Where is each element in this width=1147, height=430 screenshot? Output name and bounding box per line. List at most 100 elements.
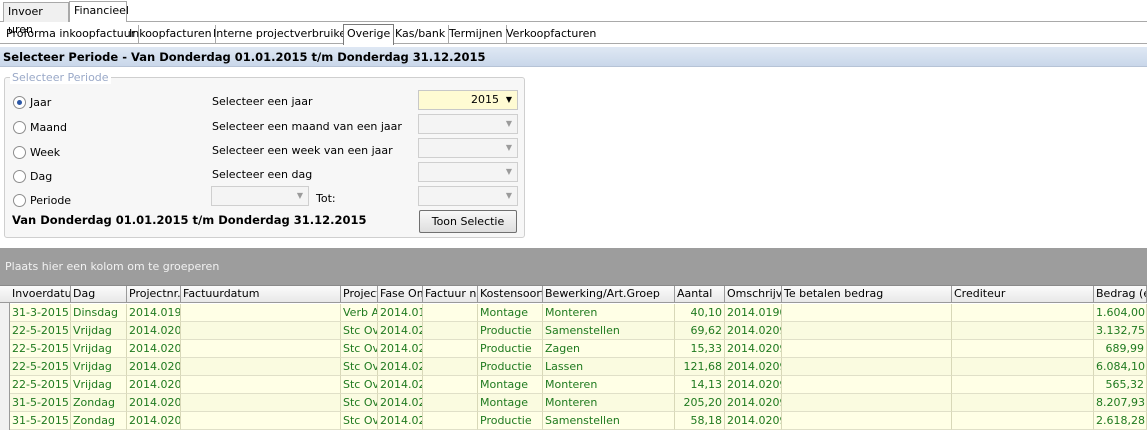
column-header-invoerdatum[interactable]: Invoerdatum xyxy=(10,286,71,303)
cell-fase-omschrijving[interactable]: 2014.02 xyxy=(378,358,423,376)
cell-bedrag[interactable]: 1.604,00 xyxy=(1094,304,1147,322)
cell-dag[interactable]: Vrijdag xyxy=(71,322,127,340)
column-header-dag[interactable]: Dag xyxy=(71,286,127,303)
column-header-fase-omschrijving[interactable]: Fase Omschrijving xyxy=(378,286,423,303)
cell-bewerking[interactable]: Samenstellen xyxy=(543,412,675,430)
column-header-kostensoort[interactable]: Kostensoort xyxy=(478,286,543,303)
radio-dag[interactable] xyxy=(13,170,26,183)
cell-bewerking[interactable]: Samenstellen xyxy=(543,322,675,340)
cell-te-betalen-bedrag[interactable] xyxy=(782,394,952,412)
cell-crediteur[interactable] xyxy=(952,304,1094,322)
year-select[interactable]: 2015 ▼ xyxy=(418,90,518,110)
column-header-projectnr[interactable]: Projectnr. xyxy=(127,286,181,303)
cell-factuur-nr[interactable] xyxy=(423,340,478,358)
cell-omschrijving[interactable]: 2014.0190 xyxy=(725,304,782,322)
cell-te-betalen-bedrag[interactable] xyxy=(782,358,952,376)
cell-projectnr[interactable]: 2014.0209 xyxy=(127,394,181,412)
cell-project[interactable]: Stc Ov xyxy=(341,376,378,394)
table-row[interactable]: 31-3-2015Dinsdag2014.0190Verb A2014.01Mo… xyxy=(0,304,1147,322)
cell-projectnr[interactable]: 2014.0209 xyxy=(127,358,181,376)
cell-factuurdatum[interactable] xyxy=(181,412,341,430)
tab-proforma-inkoopfactuur[interactable]: Proforma inkoopfactuur xyxy=(3,25,140,44)
cell-invoerdatum[interactable]: 31-5-2015 xyxy=(10,412,71,430)
column-header-te-betalen-bedrag[interactable]: Te betalen bedrag xyxy=(782,286,952,303)
cell-dag[interactable]: Vrijdag xyxy=(71,376,127,394)
cell-bedrag[interactable]: 689,99 xyxy=(1094,340,1147,358)
tab-termijnen[interactable]: Termijnen xyxy=(446,25,507,44)
column-header-project[interactable]: Project xyxy=(341,286,378,303)
cell-crediteur[interactable] xyxy=(952,340,1094,358)
cell-fase-omschrijving[interactable]: 2014.02 xyxy=(378,376,423,394)
cell-invoerdatum[interactable]: 22-5-2015 xyxy=(10,358,71,376)
cell-bedrag[interactable]: 8.207,93 xyxy=(1094,394,1147,412)
cell-factuur-nr[interactable] xyxy=(423,304,478,322)
cell-bewerking[interactable]: Monteren xyxy=(543,304,675,322)
week-select[interactable]: ▼ xyxy=(418,138,518,158)
cell-crediteur[interactable] xyxy=(952,394,1094,412)
cell-factuurdatum[interactable] xyxy=(181,322,341,340)
cell-bewerking[interactable]: Zagen xyxy=(543,340,675,358)
radio-week[interactable] xyxy=(13,146,26,159)
cell-te-betalen-bedrag[interactable] xyxy=(782,376,952,394)
cell-te-betalen-bedrag[interactable] xyxy=(782,340,952,358)
cell-omschrijving[interactable]: 2014.0209 xyxy=(725,340,782,358)
cell-dag[interactable]: Zondag xyxy=(71,412,127,430)
cell-dag[interactable]: Dinsdag xyxy=(71,304,127,322)
cell-omschrijving[interactable]: 2014.0209 xyxy=(725,394,782,412)
radio-periode[interactable] xyxy=(13,194,26,207)
cell-factuurdatum[interactable] xyxy=(181,394,341,412)
table-row[interactable]: 22-5-2015Vrijdag2014.0209Stc Ov2014.02Pr… xyxy=(0,358,1147,376)
cell-dag[interactable]: Vrijdag xyxy=(71,340,127,358)
tab-interne-projectverbruiken[interactable]: Interne projectverbruiken xyxy=(210,25,358,44)
cell-omschrijving[interactable]: 2014.0209 xyxy=(725,376,782,394)
cell-bedrag[interactable]: 2.618,28 xyxy=(1094,412,1147,430)
cell-omschrijving[interactable]: 2014.0209 xyxy=(725,412,782,430)
cell-aantal[interactable]: 14,13 xyxy=(675,376,725,394)
cell-te-betalen-bedrag[interactable] xyxy=(782,412,952,430)
cell-kostensoort[interactable]: Productie xyxy=(478,358,543,376)
cell-factuurdatum[interactable] xyxy=(181,304,341,322)
cell-te-betalen-bedrag[interactable] xyxy=(782,322,952,340)
column-header-factuurdatum[interactable]: Factuurdatum xyxy=(181,286,341,303)
cell-factuur-nr[interactable] xyxy=(423,394,478,412)
cell-factuurdatum[interactable] xyxy=(181,376,341,394)
cell-te-betalen-bedrag[interactable] xyxy=(782,304,952,322)
tab-kas-bank[interactable]: Kas/bank xyxy=(392,25,450,44)
cell-project[interactable]: Stc Ov xyxy=(341,358,378,376)
month-select[interactable]: ▼ xyxy=(418,114,518,134)
cell-aantal[interactable]: 40,10 xyxy=(675,304,725,322)
table-row[interactable]: 31-5-2015Zondag2014.0209Stc Ov2014.02Mon… xyxy=(0,394,1147,412)
toon-selectie-button[interactable]: Toon Selectie xyxy=(419,210,517,233)
cell-bedrag[interactable]: 565,32 xyxy=(1094,376,1147,394)
cell-factuur-nr[interactable] xyxy=(423,322,478,340)
column-header-bedrag[interactable]: Bedrag (excl) xyxy=(1094,286,1147,303)
cell-crediteur[interactable] xyxy=(952,322,1094,340)
cell-aantal[interactable]: 205,20 xyxy=(675,394,725,412)
cell-projectnr[interactable]: 2014.0190 xyxy=(127,304,181,322)
cell-projectnr[interactable]: 2014.0209 xyxy=(127,376,181,394)
tab-overige[interactable]: Overige xyxy=(343,24,395,45)
radio-maand[interactable] xyxy=(13,121,26,134)
period-from-select[interactable]: ▼ xyxy=(211,186,309,206)
cell-omschrijving[interactable]: 2014.0209 xyxy=(725,358,782,376)
cell-bewerking[interactable]: Monteren xyxy=(543,376,675,394)
cell-kostensoort[interactable]: Montage xyxy=(478,304,543,322)
cell-projectnr[interactable]: 2014.0209 xyxy=(127,340,181,358)
period-to-select[interactable]: ▼ xyxy=(418,186,518,206)
cell-fase-omschrijving[interactable]: 2014.02 xyxy=(378,412,423,430)
tab-verkoopfacturen[interactable]: Verkoopfacturen xyxy=(503,25,599,44)
cell-kostensoort[interactable]: Productie xyxy=(478,340,543,358)
cell-invoerdatum[interactable]: 31-5-2015 xyxy=(10,394,71,412)
cell-crediteur[interactable] xyxy=(952,358,1094,376)
cell-bedrag[interactable]: 3.132,75 xyxy=(1094,322,1147,340)
column-header-aantal[interactable]: Aantal xyxy=(675,286,725,303)
cell-projectnr[interactable]: 2014.0209 xyxy=(127,412,181,430)
cell-bedrag[interactable]: 6.084,10 xyxy=(1094,358,1147,376)
radio-jaar[interactable] xyxy=(13,96,26,109)
cell-factuurdatum[interactable] xyxy=(181,340,341,358)
table-row[interactable]: 31-5-2015Zondag2014.0209Stc Ov2014.02Pro… xyxy=(0,412,1147,430)
cell-invoerdatum[interactable]: 22-5-2015 xyxy=(10,340,71,358)
cell-crediteur[interactable] xyxy=(952,376,1094,394)
cell-kostensoort[interactable]: Productie xyxy=(478,412,543,430)
cell-fase-omschrijving[interactable]: 2014.01 xyxy=(378,304,423,322)
